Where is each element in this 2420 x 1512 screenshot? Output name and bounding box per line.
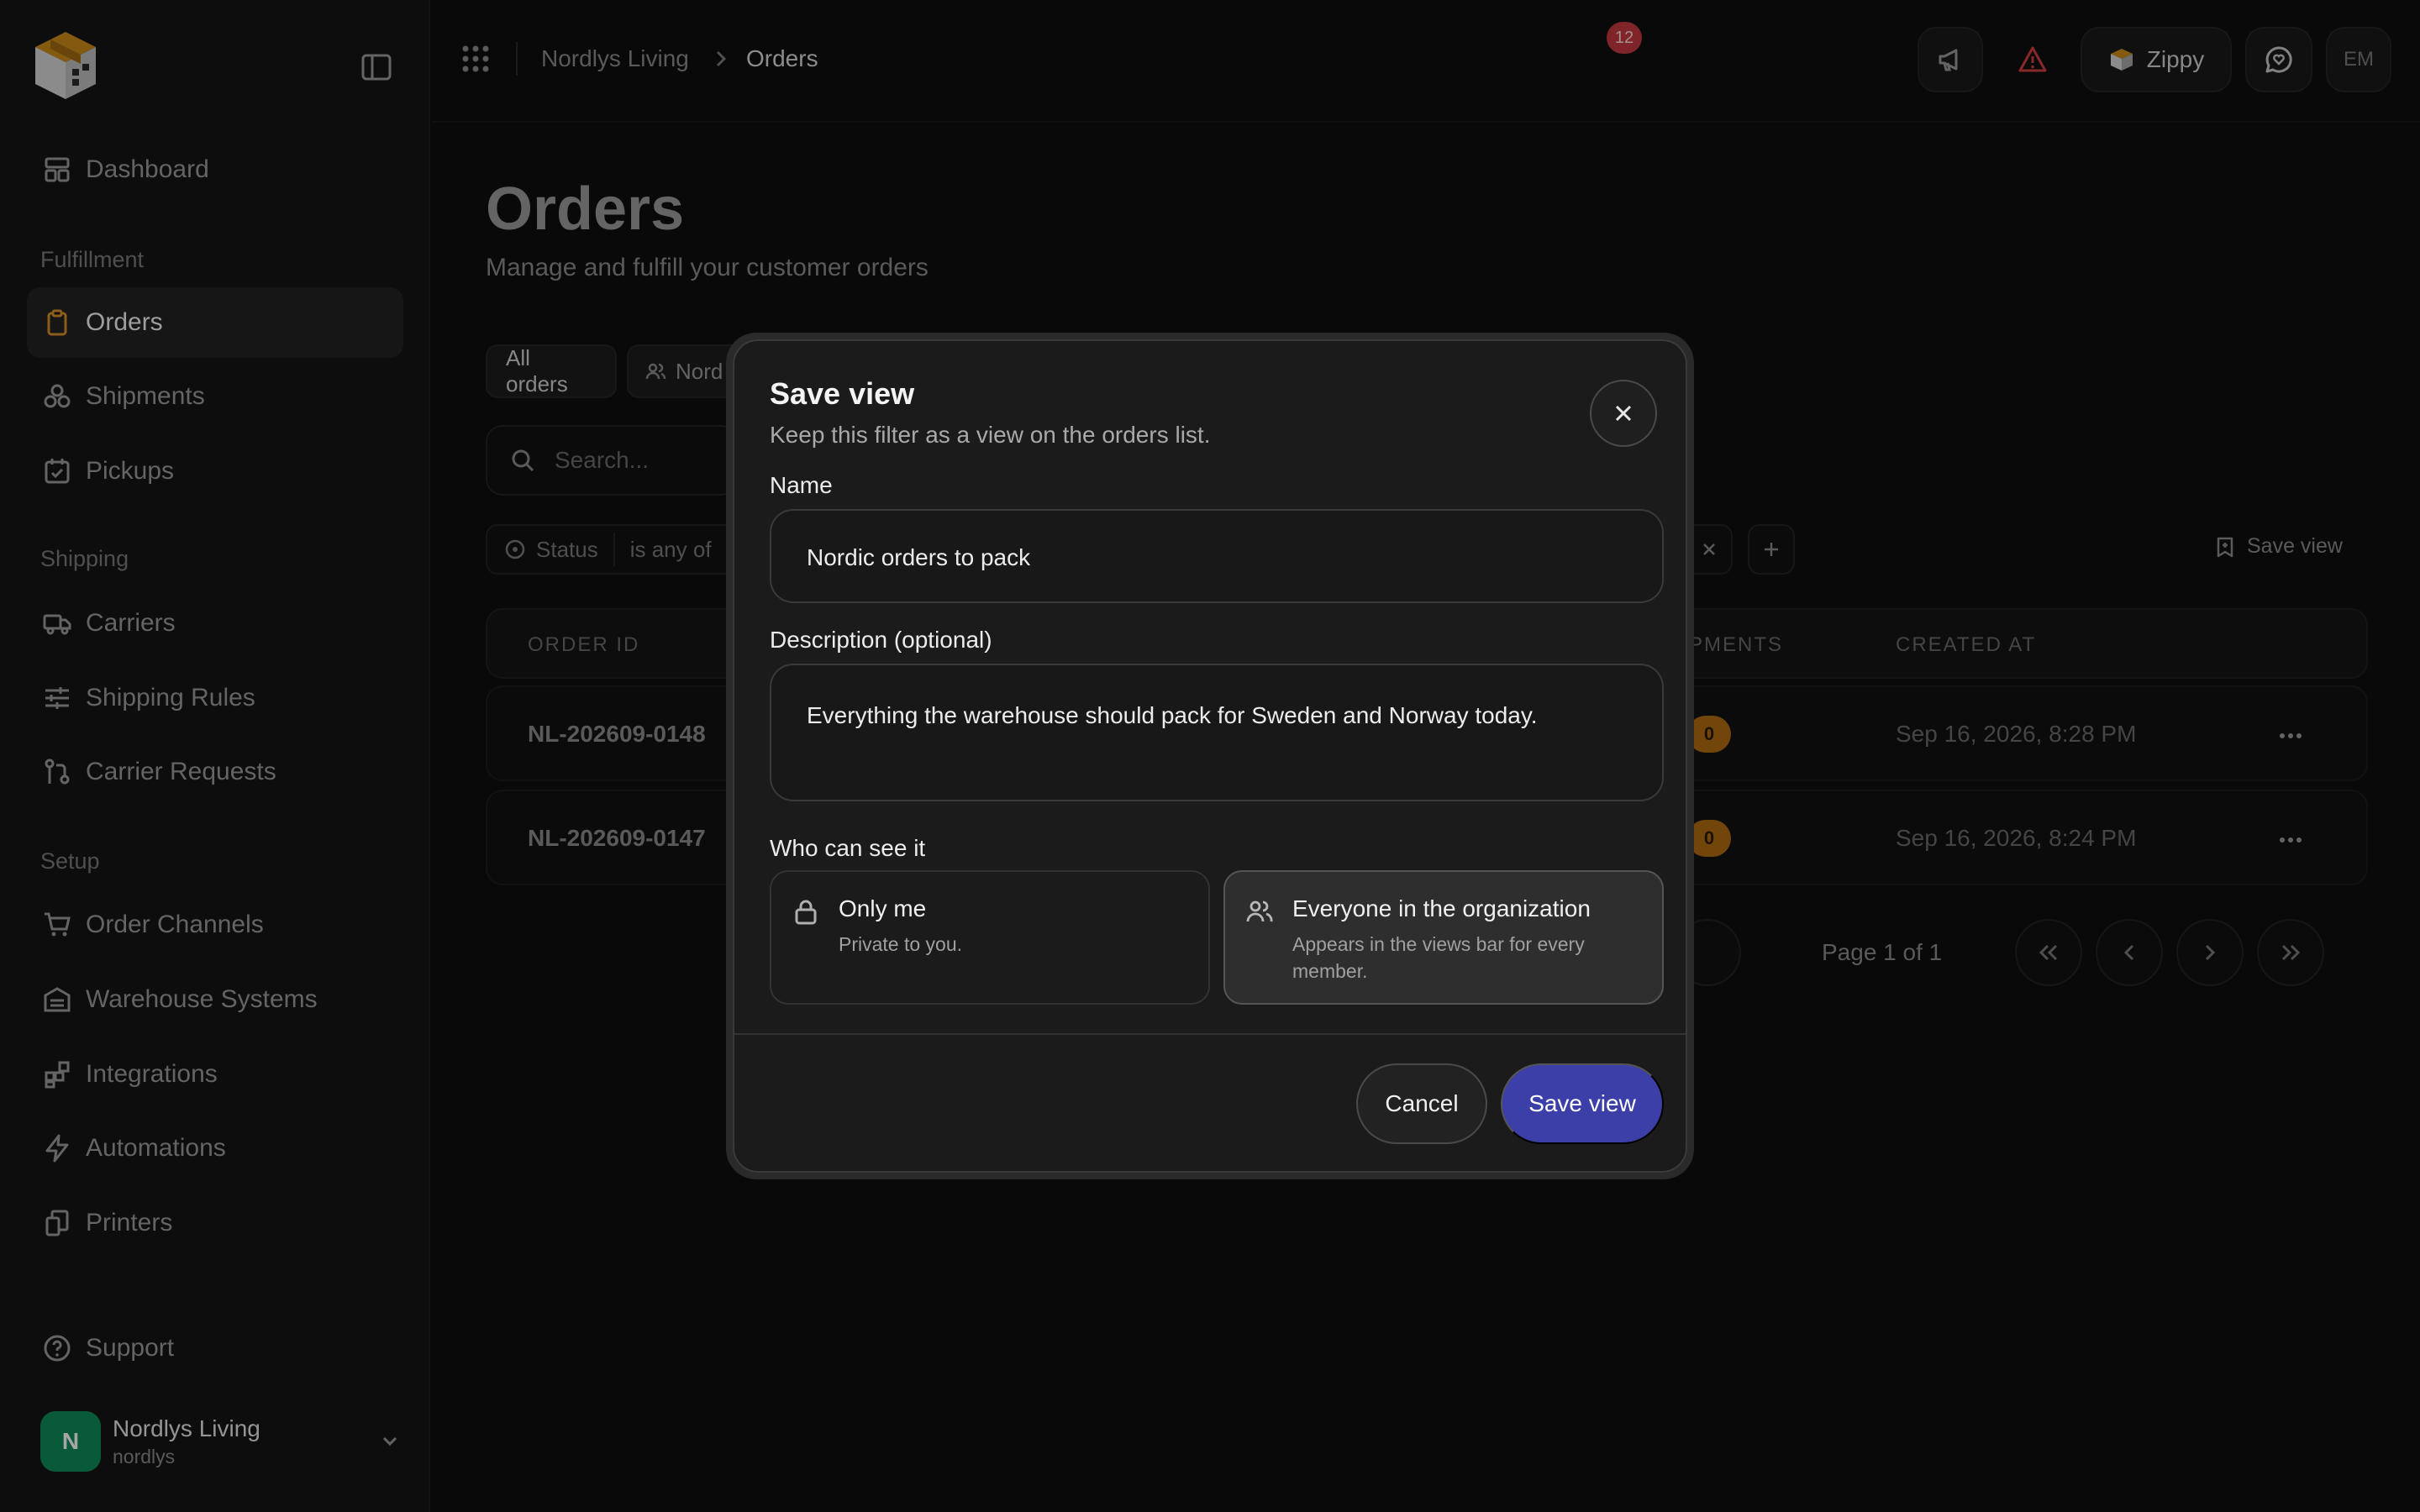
visibility-option-description: Appears in the views bar for every membe… [1292,933,1585,982]
lock-icon [792,897,820,926]
dialog-subtitle: Keep this filter as a view on the orders… [770,422,1211,448]
name-label: Name [770,472,833,498]
visibility-option-everyone[interactable]: Everyone in the organization Appears in … [1223,870,1664,1005]
visibility-label: Who can see it [770,835,926,861]
cancel-button[interactable]: Cancel [1356,1063,1487,1144]
save-view-dialog: Save view Keep this filter as a view on … [726,333,1694,1179]
visibility-option-title: Everyone in the organization [1292,895,1591,921]
visibility-option-only-me[interactable]: Only me Private to you. [770,870,1210,1005]
description-label: Description (optional) [770,627,992,653]
users-icon [1245,897,1274,926]
dialog-footer-divider [734,1033,1686,1035]
close-dialog-button[interactable] [1590,380,1657,447]
visibility-option-description: Private to you. [839,933,963,955]
view-name-input[interactable]: Nordic orders to pack [770,509,1664,603]
view-description-textarea[interactable]: Everything the warehouse should pack for… [770,664,1664,801]
visibility-option-title: Only me [839,895,927,921]
save-view-dialog-panel: Save view Keep this filter as a view on … [733,339,1687,1173]
save-view-button[interactable]: Save view [1501,1063,1664,1144]
dialog-title: Save view [770,376,915,411]
close-icon [1611,401,1636,426]
